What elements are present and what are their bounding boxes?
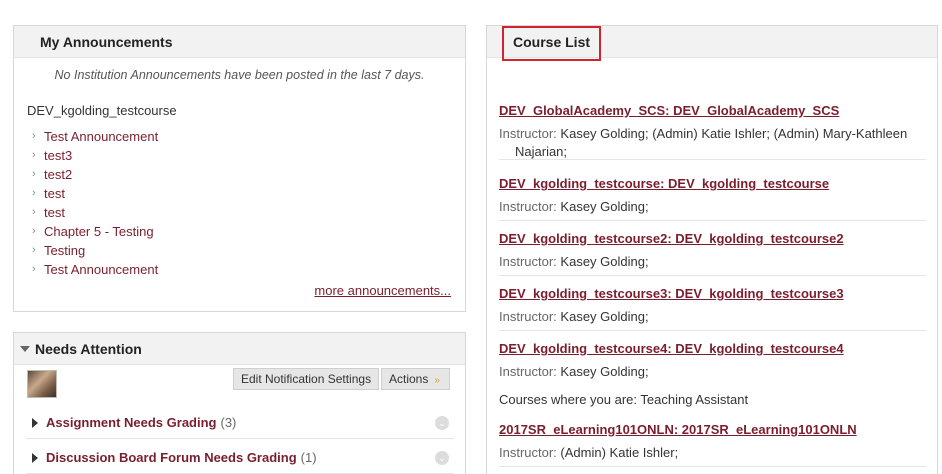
chevron-right-icon: › [32,187,36,199]
instructor-label: Instructor: [499,445,557,460]
chevron-right-icon: › [32,206,36,218]
chevron-right-icon: › [32,225,36,237]
course-entry: DEV_kgolding_testcourse3: DEV_kgolding_t… [499,285,926,331]
announcement-link[interactable]: test3 [44,146,72,165]
instructor-label: Instructor: [499,199,557,214]
announcements-title: My Announcements [40,34,173,50]
role-heading: Courses where you are: Teaching Assistan… [499,392,749,407]
course-instructors: Instructor: Kasey Golding; [499,253,926,271]
instructor-names: Kasey Golding; (Admin) Katie Ishler; (Ad… [560,126,908,141]
instructor-label: Instructor: [499,126,557,141]
instructor-label: Instructor: [499,309,557,324]
instructor-names: Kasey Golding; [560,309,649,324]
announcement-link[interactable]: Testing [44,241,85,260]
instructor-names-continued: Najarian; [515,144,568,159]
more-announcements-link[interactable]: more announcements... [314,283,451,298]
needs-attention-title: Needs Attention [35,341,142,357]
course-entry: DEV_kgolding_testcourse: DEV_kgolding_te… [499,175,926,221]
chevron-right-icon: › [32,149,36,161]
double-chevron-down-icon: » [434,375,440,386]
course-entry: DEV_kgolding_testcourse2: DEV_kgolding_t… [499,230,926,276]
instructor-names: Kasey Golding; [560,199,649,214]
needs-attention-row-label: Discussion Board Forum Needs Grading [46,450,297,465]
needs-attention-module: Needs Attention Edit Notification Settin… [13,332,466,474]
course-instructors: Instructor: Kasey Golding; [499,198,926,216]
expand-triangle-icon [32,452,38,463]
announcement-item: › Test Announcement [32,260,158,279]
course-list-module: Course List DEV_GlobalAcademy_SCS: DEV_G… [486,25,938,474]
announcement-item: › test2 [32,165,158,184]
needs-attention-row-label: Assignment Needs Grading [46,415,217,430]
announcement-item: › Test Announcement [32,127,158,146]
actions-button[interactable]: Actions » [381,368,450,390]
chevron-down-circle-icon[interactable]: ⌄ [435,415,449,430]
announcement-link[interactable]: test2 [44,165,72,184]
course-instructors: Instructor: Kasey Golding; [499,363,926,381]
no-institution-announcements-text: No Institution Announcements have been p… [54,68,425,82]
announcement-item: › test [32,184,158,203]
actions-label: Actions [389,372,429,386]
announcement-item: › test [32,203,158,222]
course-instructors: Instructor: Kasey Golding; [499,308,926,326]
announcement-list: › Test Announcement › test3 › test2 › test ›… [32,127,158,279]
announcements-header: My Announcements [14,26,465,58]
announcement-item: › Testing [32,241,158,260]
needs-attention-header[interactable]: Needs Attention [14,333,465,365]
needs-attention-row-count: (3) [220,415,237,430]
course-link[interactable]: DEV_kgolding_testcourse4: DEV_kgolding_t… [499,341,844,356]
announcement-link[interactable]: Chapter 5 - Testing [44,222,154,241]
chevron-right-icon: › [32,244,36,256]
course-link[interactable]: DEV_GlobalAcademy_SCS: DEV_GlobalAcademy… [499,103,839,118]
instructor-label: Instructor: [499,254,557,269]
expand-triangle-icon [32,417,38,428]
needs-attention-row[interactable]: Discussion Board Forum Needs Grading (1)… [26,442,454,474]
announcement-link[interactable]: Test Announcement [44,127,158,146]
announcement-item: › test3 [32,146,158,165]
chevron-right-icon: › [32,130,36,142]
course-link[interactable]: DEV_kgolding_testcourse2: DEV_kgolding_t… [499,231,844,246]
announcement-link[interactable]: test [44,203,65,222]
needs-attention-row-count: (1) [300,450,317,465]
course-link[interactable]: DEV_kgolding_testcourse: DEV_kgolding_te… [499,176,829,191]
collapse-triangle-icon[interactable] [20,346,30,352]
announcement-course-name: DEV_kgolding_testcourse [27,103,177,118]
course-instructors: Instructor: Kasey Golding; (Admin) Katie… [499,125,926,143]
avatar [27,370,57,398]
course-instructors: Instructor: (Admin) Katie Ishler; [499,444,926,462]
instructor-names: Kasey Golding; [560,254,649,269]
course-list-header: Course List [487,26,937,61]
needs-attention-row[interactable]: Assignment Needs Grading (3) ⌄ [26,407,454,439]
chevron-right-icon: › [32,263,36,275]
announcement-item: › Chapter 5 - Testing [32,222,158,241]
course-link[interactable]: 2017SR_eLearning101ONLN: 2017SR_eLearnin… [499,422,857,437]
instructor-names: (Admin) Katie Ishler; [560,445,679,460]
announcement-link[interactable]: Test Announcement [44,260,158,279]
course-link[interactable]: DEV_kgolding_testcourse3: DEV_kgolding_t… [499,286,844,301]
course-entry: DEV_GlobalAcademy_SCS: DEV_GlobalAcademy… [499,102,926,160]
course-entry: DEV_kgolding_testcourse4: DEV_kgolding_t… [499,340,926,386]
edit-notification-settings-button[interactable]: Edit Notification Settings [233,368,380,390]
instructor-label: Instructor: [499,364,557,379]
instructor-names: Kasey Golding; [560,364,649,379]
course-list-title: Course List [502,26,602,61]
my-announcements-module: My Announcements No Institution Announce… [13,25,466,312]
announcement-link[interactable]: test [44,184,65,203]
course-entry: 2017SR_eLearning101ONLN: 2017SR_eLearnin… [499,421,926,467]
chevron-down-circle-icon[interactable]: ⌄ [435,450,449,465]
chevron-right-icon: › [32,168,36,180]
